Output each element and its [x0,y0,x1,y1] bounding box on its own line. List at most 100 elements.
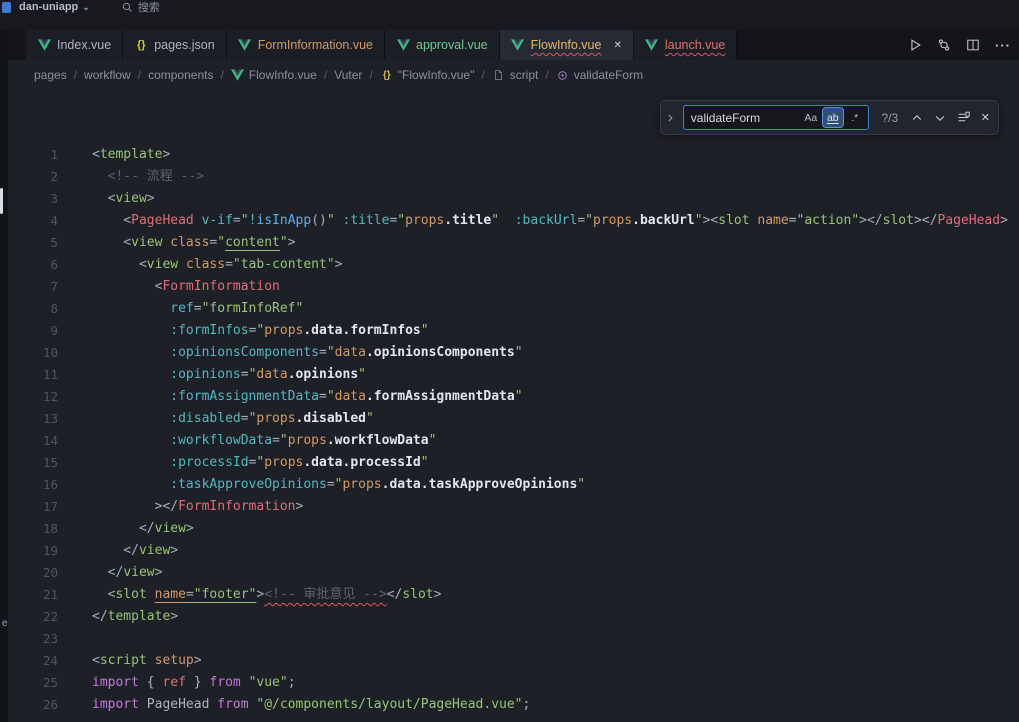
code-text: </template> [58,606,178,628]
code-line[interactable]: 12 :formAssignmentData="data.formAssignm… [8,386,1019,408]
next-match-button[interactable] [934,112,946,124]
tab-launch-vue[interactable]: launch.vue [634,30,737,60]
code-lines[interactable]: 1<template>2 <!-- 流程 -->3 <view>4 <PageH… [8,144,1019,716]
code-line[interactable]: 21 <slot name="footer"><!-- 审批意见 --></sl… [8,584,1019,606]
line-number[interactable]: 21 [8,584,58,606]
line-number[interactable]: 13 [8,408,58,430]
method-icon [556,70,570,81]
tab-index-vue[interactable]: Index.vue [26,30,123,60]
line-number[interactable]: 14 [8,430,58,452]
tab-approval-vue[interactable]: approval.vue [385,30,500,60]
code-text: import PageHead from "@/components/layou… [58,694,530,716]
line-number[interactable]: 2 [8,166,58,188]
line-number[interactable]: 20 [8,562,58,584]
breadcrumb-item[interactable]: script [492,68,539,82]
tab-label: Index.vue [57,38,111,52]
line-number[interactable]: 26 [8,694,58,716]
code-line[interactable]: 9 :formInfos="props.data.formInfos" [8,320,1019,342]
line-number[interactable]: 1 [8,144,58,166]
code-text: <slot name="footer"><!-- 审批意见 --></slot> [58,584,441,606]
line-number[interactable]: 23 [8,628,58,650]
tab-label: pages.json [154,38,214,52]
code-line[interactable]: 15 :processId="props.data.processId" [8,452,1019,474]
line-number[interactable]: 25 [8,672,58,694]
code-line[interactable]: 26import PageHead from "@/components/lay… [8,694,1019,716]
breadcrumb-item[interactable]: {}"FlowInfo.vue" [380,68,475,82]
code-text: <script setup> [58,650,202,672]
line-number[interactable]: 12 [8,386,58,408]
code-line[interactable]: 7 <FormInformation [8,276,1019,298]
line-number[interactable]: 9 [8,320,58,342]
code-line[interactable]: 19 </view> [8,540,1019,562]
regex-toggle[interactable]: .* [845,108,865,127]
breadcrumb-item[interactable]: FlowInfo.vue [231,68,317,82]
code-line[interactable]: 5 <view class="content"> [8,232,1019,254]
find-input[interactable] [691,111,799,125]
line-number[interactable]: 7 [8,276,58,298]
code-line[interactable]: 14 :workflowData="props.workflowData" [8,430,1019,452]
line-number[interactable]: 19 [8,540,58,562]
breadcrumb-item[interactable]: Vuter [334,68,362,82]
activity-rail[interactable]: e [0,30,8,722]
code-line[interactable]: 3 <view> [8,188,1019,210]
code-line[interactable]: 22</template> [8,606,1019,628]
tab-pages-json[interactable]: {}pages.json [123,30,226,60]
find-in-selection-button[interactable] [957,111,970,124]
line-number[interactable]: 6 [8,254,58,276]
code-line[interactable]: 25import { ref } from "vue"; [8,672,1019,694]
line-number[interactable]: 18 [8,518,58,540]
more-actions-icon[interactable]: ··· [995,38,1011,53]
breadcrumb-item[interactable]: validateForm [556,68,643,82]
code-line[interactable]: 17 ></FormInformation> [8,496,1019,518]
breadcrumb-separator: / [369,68,372,82]
code-line[interactable]: 16 :taskApproveOpinions="props.data.task… [8,474,1019,496]
breadcrumb-label: validateForm [574,68,643,82]
line-number[interactable]: 22 [8,606,58,628]
whole-word-toggle[interactable]: ab [823,108,843,127]
line-number[interactable]: 10 [8,342,58,364]
close-tab-icon[interactable]: ✕ [613,40,621,51]
split-editor-icon[interactable] [966,38,980,52]
code-line[interactable]: 23 [8,628,1019,650]
code-line[interactable]: 13 :disabled="props.disabled" [8,408,1019,430]
code-line[interactable]: 10 :opinionsComponents="data.opinionsCom… [8,342,1019,364]
code-line[interactable]: 20 </view> [8,562,1019,584]
toggle-replace-button[interactable] [665,113,675,123]
breadcrumb-separator: / [220,68,223,82]
match-case-toggle[interactable]: Aa [801,108,821,127]
line-number[interactable]: 16 [8,474,58,496]
code-line[interactable]: 4 <PageHead v-if="!isInApp()" :title="pr… [8,210,1019,232]
code-line[interactable]: 8 ref="formInfoRef" [8,298,1019,320]
run-icon[interactable] [908,38,922,52]
code-line[interactable]: 6 <view class="tab-content"> [8,254,1019,276]
tab-forminformation-vue[interactable]: FormInformation.vue [227,30,385,60]
line-number[interactable]: 5 [8,232,58,254]
line-number[interactable]: 3 [8,188,58,210]
line-number[interactable]: 8 [8,298,58,320]
app-logo-icon [2,2,11,13]
line-number[interactable]: 4 [8,210,58,232]
line-number[interactable]: 17 [8,496,58,518]
code-line[interactable]: 2 <!-- 流程 --> [8,166,1019,188]
global-search-button[interactable]: 搜索 [122,0,160,15]
editor-pane[interactable]: Aaab.* ?/3 ✕ 1<template>2 <!-- 流程 -->3 <… [8,90,1019,722]
rail-active-indicator [0,188,3,214]
code-line[interactable]: 18 </view> [8,518,1019,540]
breadcrumb-item[interactable]: pages [34,68,67,82]
previous-match-button[interactable] [911,112,923,124]
code-text: :opinions="data.opinions" [58,364,366,386]
code-line[interactable]: 11 :opinions="data.opinions" [8,364,1019,386]
code-text: :taskApproveOpinions="props.data.taskApp… [58,474,585,496]
breadcrumb-separator: / [481,68,484,82]
line-number[interactable]: 15 [8,452,58,474]
code-line[interactable]: 24<script setup> [8,650,1019,672]
line-number[interactable]: 24 [8,650,58,672]
project-menu-button[interactable]: dan-uniapp ⌄ [19,1,90,13]
tab-flowinfo-vue[interactable]: FlowInfo.vue✕ [500,30,634,60]
line-number[interactable]: 11 [8,364,58,386]
breadcrumb-item[interactable]: components [148,68,213,82]
breadcrumb-item[interactable]: workflow [84,68,131,82]
close-find-button[interactable]: ✕ [981,111,990,124]
compare-changes-icon[interactable] [937,38,951,52]
code-line[interactable]: 1<template> [8,144,1019,166]
